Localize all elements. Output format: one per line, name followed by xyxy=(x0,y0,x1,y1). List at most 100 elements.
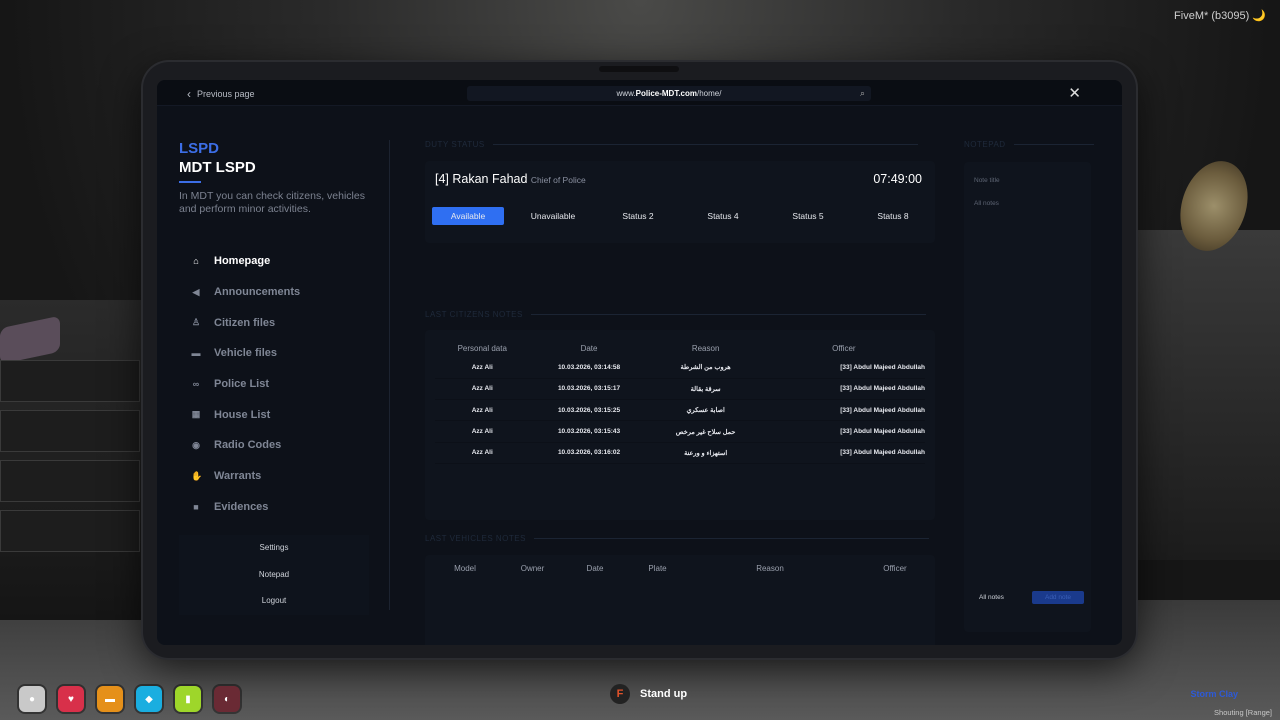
heart-icon: ♥ xyxy=(58,686,84,712)
note-title-input[interactable]: Note title xyxy=(964,177,1091,184)
sidebar-item-citizen-files[interactable]: ♙ Citizen files xyxy=(179,307,329,338)
citizen-notes-panel: Personal data Date Reason Officer Azz Ali 10… xyxy=(425,330,935,520)
vehicle-table-header: Model Owner Date Plate Reason Officer xyxy=(425,564,935,573)
section-citizens-label: LAST CITIZENS NOTES xyxy=(425,310,523,319)
sidebar-item-label: Police List xyxy=(214,378,270,391)
stand-up-prompt[interactable]: F Stand up xyxy=(610,684,687,704)
table-row[interactable]: Azz Ali 10.03.2026, 03:16:02 استهزاء و ورع… xyxy=(435,442,925,464)
status-buttons: Available Unavailable Status 2 Status 4 Stat… xyxy=(432,207,929,225)
thirst-icon: ◆ xyxy=(136,686,162,712)
table-cell: [33] Abdul Majeed Abdullah xyxy=(762,357,925,379)
table-row[interactable]: Azz Ali 10.03.2026, 03:15:25 اصابة عسكري [3… xyxy=(435,399,925,422)
status-status-4-button[interactable]: Status 4 xyxy=(687,207,759,225)
section-duty-label: DUTY STATUS xyxy=(425,140,485,149)
divider xyxy=(530,314,926,315)
sidebar-item-announcements[interactable]: ◀ Announcements xyxy=(179,277,329,308)
officer-name-line: [4] Rakan Fahad Chief of Police xyxy=(435,172,586,186)
table-cell: [33] Abdul Majeed Abdullah xyxy=(762,399,925,422)
url-bar[interactable]: www.Police-MDT.com/home/ ⌕ xyxy=(467,86,871,101)
megaphone-icon: ◀ xyxy=(192,286,200,297)
stand-up-label: Stand up xyxy=(640,688,688,700)
table-row[interactable]: Azz Ali 10.03.2026, 03:14:58 هروب من الشرط… xyxy=(435,357,925,379)
duty-time: 07:49:00 xyxy=(873,172,922,186)
chevron-left-icon: ‹ xyxy=(187,87,191,101)
armor-icon: ● xyxy=(19,686,45,712)
sidebar-item-warrants[interactable]: ✋ Warrants xyxy=(179,461,329,492)
table-header: Personal data Date Reason Officer xyxy=(435,339,925,357)
tablet-camera xyxy=(599,66,679,72)
column-header: Reason xyxy=(691,343,720,353)
sidebar-item-label: Radio Codes xyxy=(214,439,282,452)
sidebar-divider xyxy=(389,140,390,610)
sidebar-item-label: Evidences xyxy=(214,500,269,513)
player-hud: ● ♥ ▬ ◆ ▮ ◐ xyxy=(19,686,240,712)
status-status-8-button[interactable]: Status 8 xyxy=(857,207,929,225)
column-header: Date xyxy=(586,564,604,573)
column-header: Officer xyxy=(883,564,907,573)
sidebar-item-label: House List xyxy=(214,408,271,421)
column-header: Model xyxy=(454,564,476,573)
sidebar-item-label: Announcements xyxy=(214,286,301,299)
section-notes-title: NOTEPAD xyxy=(964,140,1094,149)
section-vehicles-label: LAST VEHICLES NOTES xyxy=(425,534,526,543)
sidebar-item-vehicle-files[interactable]: ▬ Vehicle files xyxy=(179,338,329,369)
table-row[interactable]: Azz Ali 10.03.2026, 03:15:43 حمل سلاح غير … xyxy=(435,420,925,443)
all-notes-button[interactable]: All notes xyxy=(979,594,1004,601)
status-available-button[interactable]: Available xyxy=(432,207,504,225)
settings-button[interactable]: Settings xyxy=(179,535,369,562)
search-icon[interactable]: ⌕ xyxy=(860,86,865,101)
table-cell: Azz Ali xyxy=(435,420,530,443)
sidebar-item-label: Vehicle files xyxy=(214,347,277,360)
url-domain: Police-MDT.com xyxy=(635,89,697,98)
previous-page-label: Previous page xyxy=(197,89,255,99)
table-row[interactable]: Azz Ali 10.03.2026, 03:15:17 سرقة بقالة [33… xyxy=(435,378,925,401)
column-header: Date xyxy=(580,343,598,353)
sidebar-item-radio-codes[interactable]: ◉ Radio Codes xyxy=(179,430,329,461)
left-cabinet xyxy=(0,300,150,620)
status-status-5-button[interactable]: Status 5 xyxy=(772,207,844,225)
table-cell: [33] Abdul Majeed Abdullah xyxy=(762,378,925,401)
logout-button[interactable]: Logout xyxy=(179,588,369,615)
add-note-button[interactable]: Add note xyxy=(1032,591,1084,604)
section-duty-title: DUTY STATUS xyxy=(425,140,918,149)
microphone-icon: ◐ xyxy=(214,686,240,712)
key-hint: F xyxy=(610,684,630,704)
sidebar-item-evidences[interactable]: ■ Evidences xyxy=(179,492,329,523)
divider xyxy=(533,538,929,539)
sidebar-item-police-list[interactable]: ∞ Police List xyxy=(179,369,329,400)
camera-icon: ■ xyxy=(193,501,199,512)
table-cell: 10.03.2026, 03:14:58 xyxy=(529,357,649,379)
sidebar-item-house-list[interactable]: ▦ House List xyxy=(179,399,329,430)
table-cell: Azz Ali xyxy=(435,378,530,401)
note-body-input[interactable]: All notes xyxy=(964,200,1091,207)
close-icon[interactable]: ✕ xyxy=(1068,84,1081,102)
table-cell: استهزاء و ورعنة xyxy=(648,442,763,464)
drawer xyxy=(0,460,140,502)
brand-subtitle: In MDT you can check citizens, vehicles … xyxy=(179,190,365,215)
fivem-build-label: FiveM* (b3095) 🌙 xyxy=(1174,10,1266,22)
table-cell: [33] Abdul Majeed Abdullah xyxy=(762,442,925,464)
previous-page-button[interactable]: ‹ Previous page xyxy=(187,87,255,101)
column-header: Officer xyxy=(832,343,856,353)
column-header: Reason xyxy=(756,564,784,573)
sidebar: LSPD MDT LSPD In MDT you can check citiz… xyxy=(179,140,389,522)
brand-title: LSPD xyxy=(179,140,220,157)
brand-underline xyxy=(179,181,201,183)
table-cell: 10.03.2026, 03:15:43 xyxy=(529,420,649,443)
voice-range: Shouting [Range] xyxy=(1214,708,1272,717)
status-unavailable-button[interactable]: Unavailable xyxy=(517,207,589,225)
vehicle-notes-panel: Model Owner Date Plate Reason Officer xyxy=(425,555,935,645)
sidebar-item-homepage[interactable]: ⌂ Homepage xyxy=(179,246,329,277)
section-citizens-title: LAST CITIZENS NOTES xyxy=(425,310,926,319)
drawer xyxy=(0,360,140,402)
notepad-panel: Note title All notes All notes Add note xyxy=(964,162,1091,632)
home-icon: ⌂ xyxy=(193,256,199,267)
notepad-button[interactable]: Notepad xyxy=(179,561,369,588)
table-cell: Azz Ali xyxy=(435,442,530,464)
table-cell: اصابة عسكري xyxy=(648,399,763,422)
table-cell: 10.03.2026, 03:15:25 xyxy=(529,399,649,422)
drawer xyxy=(0,510,140,552)
brand-name: MDT LSPD xyxy=(179,159,256,176)
sidebar-item-label: Homepage xyxy=(214,255,271,268)
status-status-2-button[interactable]: Status 2 xyxy=(602,207,674,225)
